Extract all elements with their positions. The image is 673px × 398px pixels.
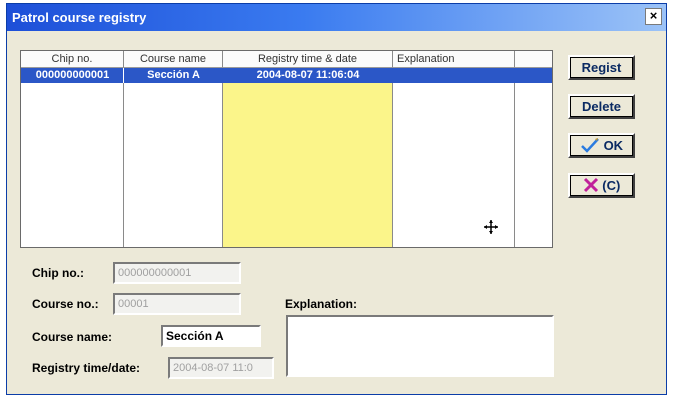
course-name-field[interactable]: Sección A — [161, 325, 261, 347]
header-chip-no[interactable]: Chip no. — [21, 51, 124, 68]
registry-table[interactable]: Chip no. Course name Registry time & dat… — [20, 50, 553, 248]
regist-button[interactable]: Regist — [568, 55, 635, 80]
cell-chip-no[interactable]: 000000000001 — [21, 68, 124, 83]
header-extra[interactable] — [515, 51, 552, 68]
cell-explanation[interactable] — [393, 68, 515, 83]
registry-label: Registry time/date: — [32, 361, 141, 375]
header-registry[interactable]: Registry time & date — [223, 51, 393, 68]
course-no-label: Course no.: — [32, 297, 99, 311]
explanation-textarea[interactable] — [286, 315, 554, 377]
move-cursor-icon — [484, 220, 498, 234]
checkmark-pencil-icon — [581, 138, 599, 153]
close-button[interactable]: × — [645, 8, 662, 25]
registry-field[interactable]: 2004-08-07 11:0 — [168, 357, 274, 379]
cell-course-name[interactable]: Sección A — [124, 68, 223, 83]
cancel-button[interactable]: (C) — [568, 173, 635, 198]
course-no-field[interactable]: 00001 — [113, 293, 241, 315]
x-icon — [583, 177, 598, 193]
chip-no-label: Chip no.: — [32, 266, 84, 280]
row-divider — [123, 68, 124, 83]
ok-button[interactable]: OK — [568, 133, 635, 158]
header-course-name[interactable]: Course name — [124, 51, 223, 68]
chip-no-field[interactable]: 000000000001 — [113, 262, 241, 284]
delete-button[interactable]: Delete — [568, 94, 635, 119]
window-title: Patrol course registry — [12, 10, 147, 25]
explanation-label: Explanation: — [285, 297, 358, 311]
ok-label: OK — [603, 138, 624, 153]
course-name-label: Course name: — [32, 330, 113, 344]
cancel-label: (C) — [602, 178, 621, 193]
cell-registry[interactable]: 2004-08-07 11:06:04 — [223, 68, 393, 83]
header-explanation[interactable]: Explanation — [393, 51, 515, 68]
title-bar[interactable]: Patrol course registry × — [7, 4, 666, 31]
